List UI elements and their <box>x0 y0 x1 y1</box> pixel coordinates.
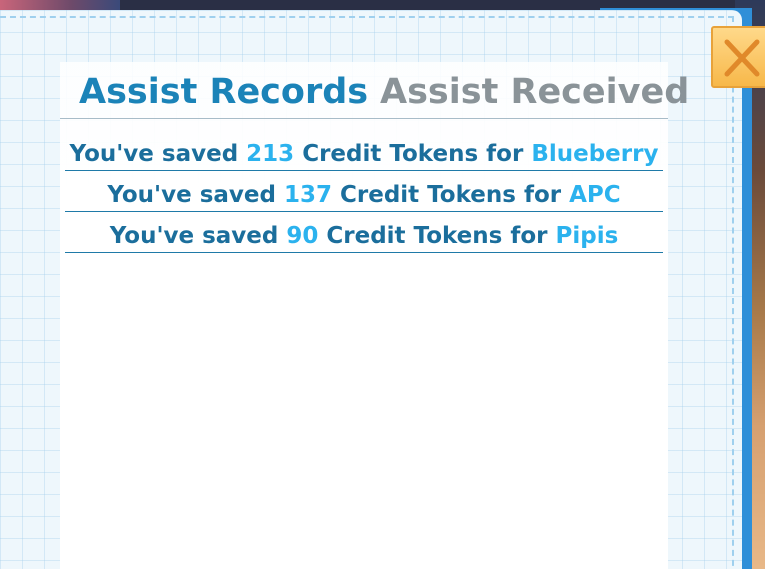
close-icon <box>724 39 760 77</box>
list-item: You've saved 213 Credit Tokens for Blueb… <box>65 131 663 171</box>
record-middle: Credit Tokens for <box>331 182 570 208</box>
tab-assist-records[interactable]: Assist Records <box>79 70 368 114</box>
record-prefix: You've saved <box>107 182 284 208</box>
record-amount: 137 <box>283 182 332 208</box>
panel-border-right <box>732 16 734 569</box>
record-player-name: APC <box>569 182 621 208</box>
record-player-name: Blueberry <box>531 141 659 167</box>
panel-border <box>0 16 734 18</box>
records-list: You've saved 213 Credit Tokens for Blueb… <box>65 131 663 254</box>
tab-bar: Assist Records Assist Received <box>60 68 689 119</box>
list-item: You've saved 90 Credit Tokens for Pipis <box>65 213 663 253</box>
tab-assist-received[interactable]: Assist Received <box>380 70 689 114</box>
record-amount: 213 <box>246 141 295 167</box>
record-middle: Credit Tokens for <box>318 223 556 249</box>
record-middle: Credit Tokens for <box>294 141 532 167</box>
record-amount: 90 <box>286 223 319 249</box>
record-player-name: Pipis <box>555 223 619 249</box>
record-prefix: You've saved <box>69 141 247 167</box>
game-screen: Assist Records Assist Received You've sa… <box>0 0 765 569</box>
close-button[interactable] <box>711 26 765 88</box>
record-prefix: You've saved <box>109 223 287 249</box>
list-item: You've saved 137 Credit Tokens for APC <box>65 172 663 212</box>
